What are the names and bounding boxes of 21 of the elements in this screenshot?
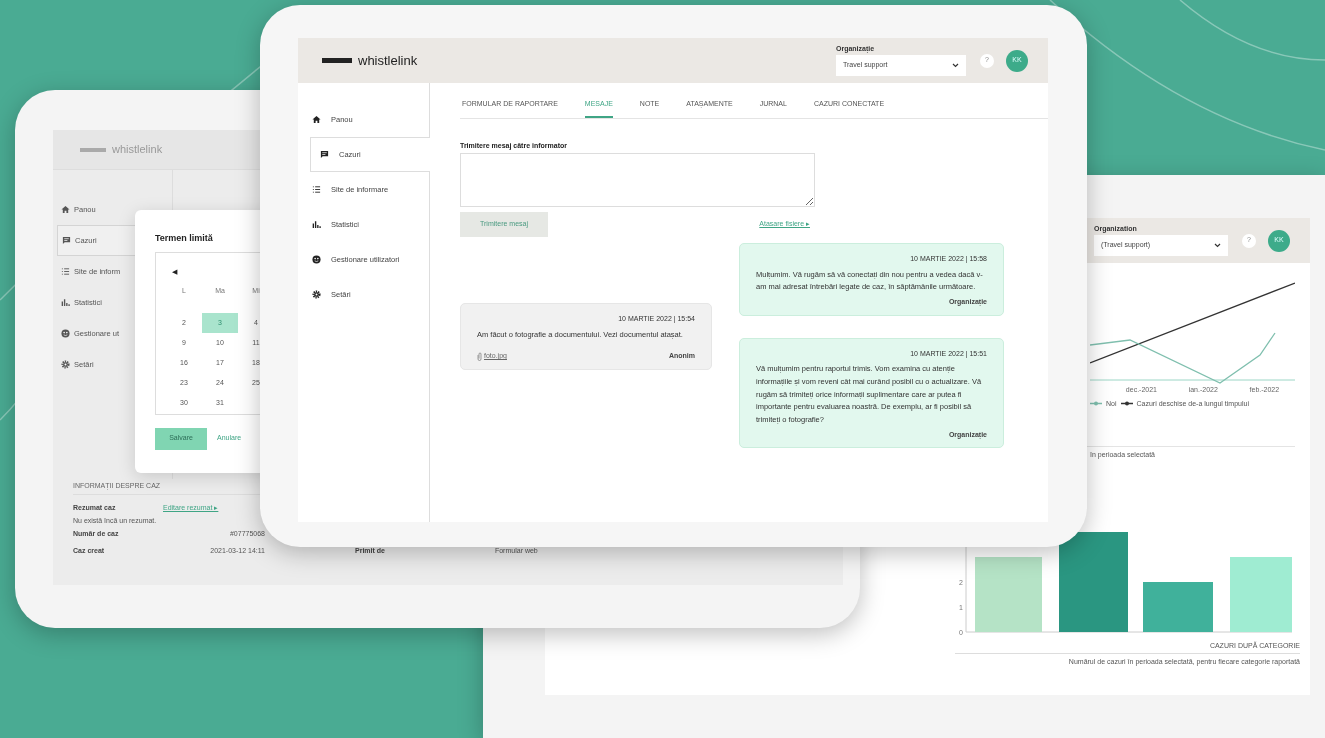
list-icon	[312, 185, 321, 194]
bar-chart-icon	[312, 220, 321, 229]
home-icon	[312, 115, 321, 124]
face-icon	[61, 329, 70, 338]
logo-text: whistlelink	[112, 142, 163, 158]
paperclip-icon	[477, 352, 482, 361]
bar-chart-icon	[61, 298, 70, 307]
chat-icon	[320, 150, 329, 159]
home-icon	[61, 205, 70, 214]
logo-icon	[322, 58, 352, 63]
chat-icon	[62, 236, 71, 245]
gear-icon	[61, 360, 70, 369]
gear-icon	[312, 290, 321, 299]
logo-icon	[80, 147, 106, 152]
list-icon	[61, 267, 70, 276]
face-icon	[312, 255, 321, 264]
message-input-field[interactable]	[460, 153, 815, 207]
chevron-down-icon	[1214, 243, 1221, 248]
logo-text: whistlelink	[358, 51, 418, 70]
chevron-down-icon	[952, 63, 959, 68]
chart-bar	[1143, 582, 1213, 632]
